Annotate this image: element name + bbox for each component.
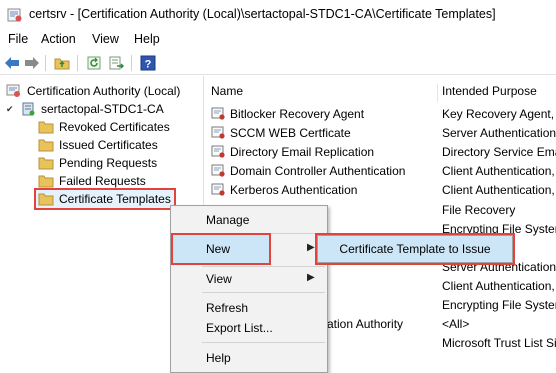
- folder-icon: [38, 192, 54, 206]
- toolbar-separator: [131, 55, 132, 71]
- tree-item-label: Revoked Certificates: [59, 120, 170, 134]
- svg-text:?: ?: [145, 59, 152, 71]
- template-name-text: Domain Controller Authentication: [230, 164, 406, 178]
- tree-ca-label: sertactopal-STDC1-CA: [41, 102, 164, 116]
- certsrv-app-icon: [7, 7, 23, 23]
- tree-item-label: Certificate Templates: [59, 192, 171, 206]
- menu-item-refresh[interactable]: Refresh: [206, 299, 248, 317]
- certificate-template-icon: [211, 145, 226, 159]
- folder-icon: [38, 174, 54, 188]
- menu-item-manage[interactable]: Manage: [206, 211, 249, 229]
- template-name-text: Bitlocker Recovery Agent: [230, 107, 365, 121]
- intended-purpose-cell: Microsoft Trust List Si: [442, 336, 556, 350]
- intended-purpose-cell: Client Authentication,: [442, 279, 555, 293]
- menu-separator: [202, 266, 325, 267]
- certificate-authority-icon: [6, 84, 22, 98]
- menu-item-help[interactable]: Help: [206, 349, 231, 367]
- template-name-text: fication Authority: [315, 317, 404, 331]
- certificate-template-icon: [211, 126, 226, 140]
- refresh-icon[interactable]: [85, 54, 103, 72]
- menu-item-export-list[interactable]: Export List...: [206, 319, 273, 337]
- menu-help[interactable]: Help: [134, 32, 160, 46]
- menu-separator: [202, 292, 325, 293]
- template-name-cell: fication Authority: [315, 315, 403, 333]
- submenu-certificate-template-to-issue[interactable]: Certificate Template to Issue: [315, 233, 515, 265]
- intended-purpose-cell: Directory Service Ema: [442, 145, 556, 159]
- up-folder-icon[interactable]: [53, 54, 71, 72]
- export-icon[interactable]: [107, 54, 125, 72]
- tree-item-revoked-certificates[interactable]: Revoked Certificates: [38, 118, 170, 136]
- ca-server-icon: [20, 102, 36, 116]
- template-name-text: Directory Email Replication: [230, 145, 375, 159]
- template-name-cell: Kerberos Authentication: [211, 181, 357, 199]
- toolbar: ?: [0, 51, 556, 75]
- tree-item-label: Pending Requests: [59, 156, 158, 170]
- tree-item-issued-certificates[interactable]: Issued Certificates: [38, 136, 158, 154]
- menu-item-view[interactable]: View: [206, 270, 232, 288]
- menu-view[interactable]: View: [92, 32, 119, 46]
- menu-bar: File Action View Help: [0, 30, 556, 50]
- submenu-item-label: Certificate Template to Issue: [339, 242, 491, 256]
- toolbar-separator: [77, 55, 78, 71]
- folder-icon: [38, 156, 54, 170]
- column-divider[interactable]: [437, 84, 438, 102]
- window-title: certsrv - [Certification Authority (Loca…: [29, 7, 496, 21]
- column-header-intended-purpose[interactable]: Intended Purpose: [442, 84, 537, 104]
- menu-separator: [202, 342, 325, 343]
- menu-file[interactable]: File: [8, 32, 28, 46]
- template-name-cell: Domain Controller Authentication: [211, 162, 405, 180]
- tree-item-failed-requests[interactable]: Failed Requests: [38, 172, 146, 190]
- column-header-name[interactable]: Name: [211, 84, 243, 104]
- tree-item-pending-requests[interactable]: Pending Requests: [38, 154, 157, 172]
- submenu-arrow-icon: ▶: [307, 242, 315, 253]
- menu-action[interactable]: Action: [41, 32, 76, 46]
- toolbar-separator: [45, 55, 46, 71]
- title-bar: certsrv - [Certification Authority (Loca…: [0, 0, 556, 30]
- template-name-text: Kerberos Authentication: [230, 183, 358, 197]
- context-menu: Manage New ▶ View ▶ Refresh Export List.…: [170, 205, 328, 373]
- intended-purpose-cell: <All>: [442, 317, 470, 331]
- back-icon[interactable]: [3, 54, 21, 72]
- expand-chevron-icon[interactable]: ✔: [6, 104, 14, 115]
- template-name-text: SCCM WEB Certficate: [230, 126, 351, 140]
- folder-icon: [38, 138, 54, 152]
- certificate-template-icon: [211, 183, 226, 197]
- tree-item-label: Failed Requests: [59, 174, 146, 188]
- template-name-cell: SCCM WEB Certficate: [211, 124, 351, 142]
- intended-purpose-cell: Client Authentication,: [442, 183, 555, 197]
- intended-purpose-cell: Key Recovery Agent, B: [442, 107, 556, 121]
- intended-purpose-cell: Encrypting File Syster: [442, 298, 556, 312]
- template-name-cell: Directory Email Replication: [211, 143, 374, 161]
- tree-ca-node[interactable]: sertactopal-STDC1-CA: [20, 100, 164, 118]
- menu-separator: [202, 233, 325, 234]
- tree-item-certificate-templates[interactable]: Certificate Templates: [34, 188, 176, 210]
- intended-purpose-cell: Client Authentication,: [442, 164, 555, 178]
- template-name-cell: Bitlocker Recovery Agent: [211, 105, 364, 123]
- menu-item-new-label: New: [206, 242, 231, 256]
- tree-root-node[interactable]: Certification Authority (Local): [6, 82, 180, 100]
- certificate-template-icon: [211, 164, 226, 178]
- certificate-template-icon: [211, 107, 226, 121]
- tree-item-label: Issued Certificates: [59, 138, 158, 152]
- tree-root-label: Certification Authority (Local): [27, 84, 181, 98]
- forward-icon[interactable]: [23, 54, 41, 72]
- folder-icon: [38, 120, 54, 134]
- submenu-arrow-icon: ▶: [307, 272, 315, 283]
- intended-purpose-cell: Server Authentication: [442, 126, 556, 140]
- intended-purpose-cell: File Recovery: [442, 203, 516, 217]
- help-icon[interactable]: ?: [139, 54, 157, 72]
